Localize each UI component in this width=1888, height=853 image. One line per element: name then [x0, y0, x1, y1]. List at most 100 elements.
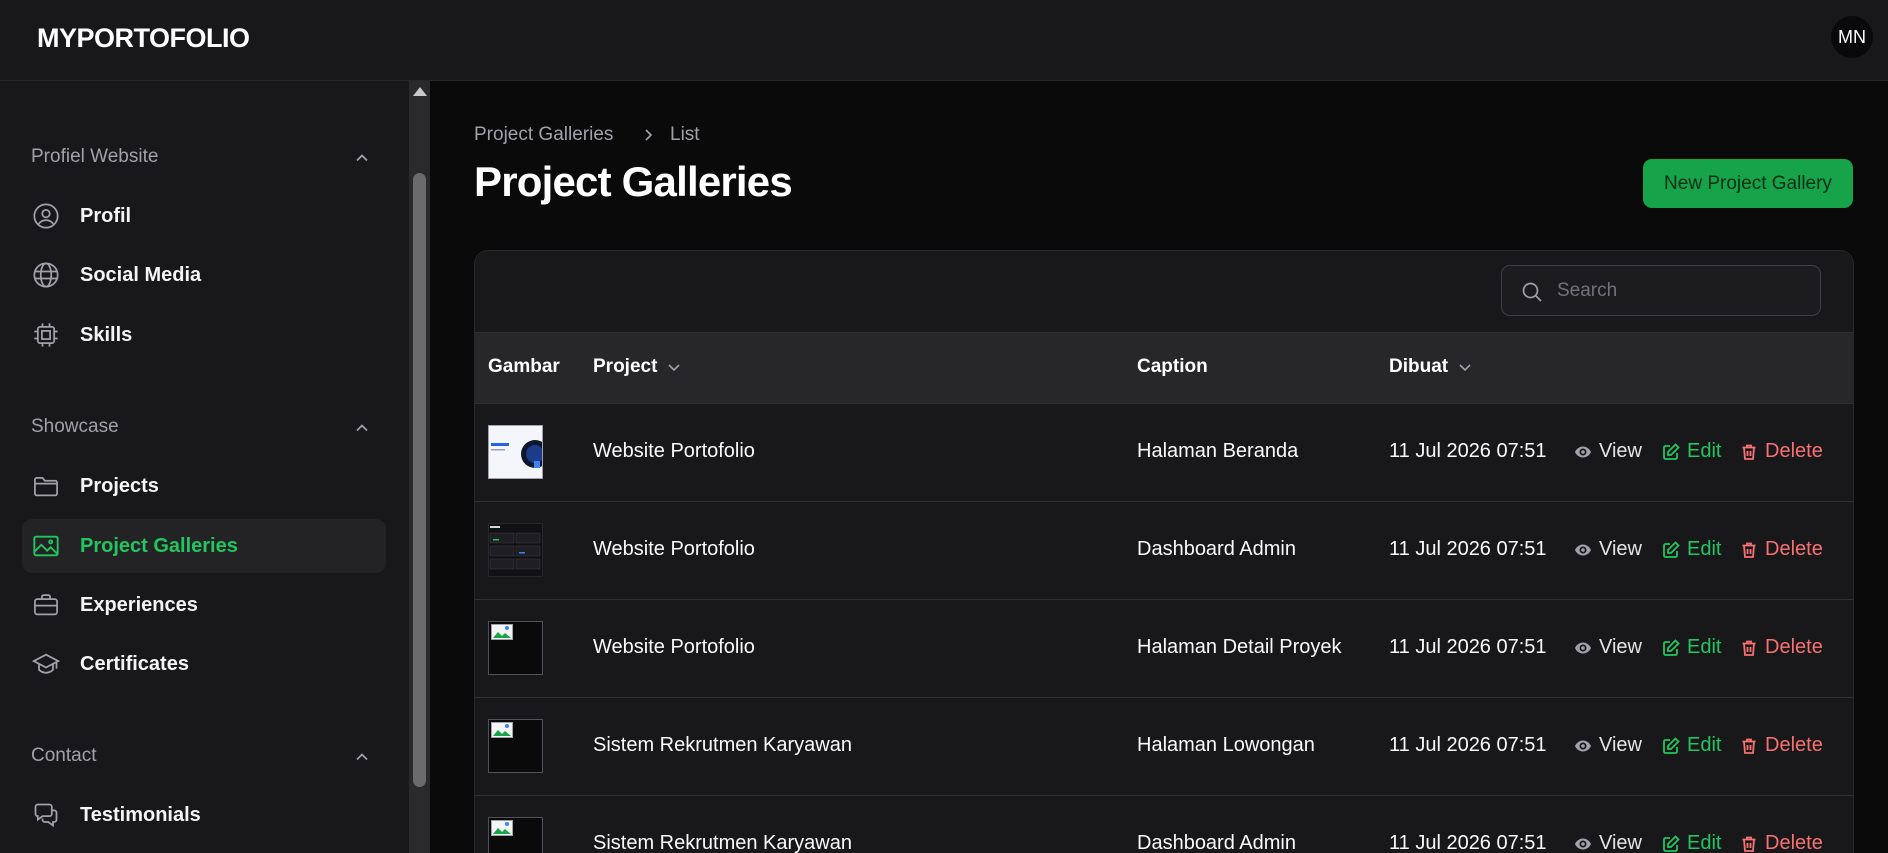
eye-icon	[1575, 838, 1591, 849]
delete-label: Delete	[1765, 440, 1823, 462]
column-header-caption: Caption	[1137, 356, 1208, 378]
sidebar-item-label: Projects	[80, 474, 159, 497]
view-action[interactable]: View	[1573, 538, 1642, 561]
sidebar-group-contact[interactable]: Contact	[31, 745, 96, 767]
view-label: View	[1599, 832, 1642, 853]
delete-action[interactable]: Delete	[1739, 832, 1823, 853]
caption-cell: Dashboard Admin	[1137, 538, 1296, 560]
sidebar-item-label: Project Galleries	[80, 534, 238, 557]
gallery-thumbnail[interactable]	[488, 425, 549, 479]
view-action[interactable]: View	[1573, 636, 1642, 659]
table-row[interactable]: Website Portofolio Halaman Detail Proyek…	[475, 599, 1853, 697]
eye-icon	[1575, 446, 1591, 457]
broken-image-icon	[491, 722, 513, 738]
delete-label: Delete	[1765, 636, 1823, 658]
column-label: Caption	[1137, 356, 1208, 377]
caption-cell: Halaman Lowongan	[1137, 734, 1315, 756]
sidebar: Profiel Website Profil Social Media Skil…	[0, 81, 409, 853]
search-box[interactable]	[1501, 265, 1821, 316]
sidebar-item-project-galleries[interactable]: Project Galleries	[22, 519, 386, 573]
trash-icon	[1742, 836, 1756, 852]
edit-action[interactable]: Edit	[1661, 538, 1721, 561]
eye-icon	[1575, 642, 1591, 653]
created-cell: 11 Jul 2026 07:51	[1389, 538, 1547, 560]
sidebar-item-label: Skills	[80, 323, 133, 346]
scroll-up-arrow-icon[interactable]	[413, 87, 427, 96]
edit-action[interactable]: Edit	[1661, 440, 1721, 463]
edit-label: Edit	[1687, 636, 1722, 658]
table-card: Gambar Project Caption Dibuat Website Po…	[474, 250, 1854, 853]
chevron-up-icon[interactable]	[352, 418, 372, 438]
delete-action[interactable]: Delete	[1739, 636, 1823, 659]
sidebar-item-projects[interactable]: Projects	[22, 459, 386, 513]
breadcrumb-project-galleries[interactable]: Project Galleries	[474, 124, 613, 146]
view-action[interactable]: View	[1573, 440, 1642, 463]
delete-action[interactable]: Delete	[1739, 440, 1823, 463]
broken-image-icon	[491, 624, 513, 640]
gallery-thumbnail-broken[interactable]	[488, 719, 543, 773]
caption-cell: Dashboard Admin	[1137, 832, 1296, 853]
table-row[interactable]: Website Portofolio Halaman Beranda 11 Ju…	[475, 403, 1853, 501]
user-avatar[interactable]: MN	[1831, 16, 1873, 58]
table-row[interactable]: Sistem Rekrutmen Karyawan Halaman Lowong…	[475, 697, 1853, 795]
column-header-gambar: Gambar	[488, 356, 560, 378]
search-input[interactable]	[1557, 276, 1807, 306]
sidebar-item-social-media[interactable]: Social Media	[22, 248, 386, 302]
created-cell: 11 Jul 2026 07:51	[1389, 832, 1547, 853]
column-header-project[interactable]: Project	[593, 356, 682, 378]
gallery-thumbnail-broken[interactable]	[488, 621, 543, 675]
view-action[interactable]: View	[1573, 832, 1642, 853]
gallery-thumbnail-broken[interactable]	[488, 817, 543, 853]
sidebar-group-showcase[interactable]: Showcase	[31, 416, 119, 438]
sidebar-group-profiel-website[interactable]: Profiel Website	[31, 146, 158, 168]
created-cell: 11 Jul 2026 07:51	[1389, 636, 1547, 658]
chevron-up-icon[interactable]	[352, 148, 372, 168]
new-project-gallery-button[interactable]: New Project Gallery	[1643, 159, 1853, 208]
sidebar-item-testimonials[interactable]: Testimonials	[22, 788, 386, 842]
sidebar-item-skills[interactable]: Skills	[22, 308, 386, 362]
top-bar: MYPORTOFOLIO MN	[0, 0, 1888, 81]
sidebar-item-experiences[interactable]: Experiences	[22, 578, 386, 632]
trash-icon	[1742, 738, 1756, 754]
pencil-square-icon	[1663, 442, 1680, 460]
gallery-thumbnail[interactable]	[488, 523, 543, 577]
edit-action[interactable]: Edit	[1661, 636, 1721, 659]
table-row[interactable]: Website Portofolio Dashboard Admin 11 Ju…	[475, 501, 1853, 599]
scrollbar-thumb[interactable]	[413, 173, 426, 787]
sidebar-item-label: Profil	[80, 204, 132, 227]
breadcrumb-list: List	[670, 124, 700, 145]
edit-action[interactable]: Edit	[1661, 832, 1721, 853]
website-screenshot-image	[489, 426, 549, 478]
pencil-square-icon	[1663, 638, 1680, 656]
folder-icon	[34, 476, 58, 497]
project-cell: Sistem Rekrutmen Karyawan	[593, 734, 852, 756]
table-row[interactable]: Sistem Rekrutmen Karyawan Dashboard Admi…	[475, 795, 1853, 853]
chevron-down-icon	[668, 364, 680, 372]
caption-cell: Halaman Beranda	[1137, 440, 1299, 462]
project-cell: Website Portofolio	[593, 538, 755, 560]
delete-label: Delete	[1765, 538, 1823, 560]
globe-icon	[33, 262, 59, 288]
chevron-up-icon[interactable]	[352, 747, 372, 767]
delete-action[interactable]: Delete	[1739, 538, 1823, 561]
sidebar-scrollbar[interactable]	[409, 81, 430, 853]
column-label: Dibuat	[1389, 356, 1449, 377]
eye-icon	[1575, 740, 1591, 751]
edit-label: Edit	[1687, 734, 1722, 756]
edit-action[interactable]: Edit	[1661, 734, 1721, 757]
edit-label: Edit	[1687, 538, 1722, 560]
column-header-dibuat[interactable]: Dibuat	[1389, 356, 1473, 378]
sidebar-item-profil[interactable]: Profil	[22, 189, 386, 243]
sidebar-item-label: Experiences	[80, 593, 198, 616]
delete-action[interactable]: Delete	[1739, 734, 1823, 757]
pencil-square-icon	[1663, 834, 1680, 852]
project-cell: Website Portofolio	[593, 440, 755, 462]
brand-logo[interactable]: MYPORTOFOLIO	[37, 23, 250, 54]
delete-label: Delete	[1765, 832, 1823, 853]
sidebar-item-certificates[interactable]: Certificates	[22, 637, 386, 691]
view-label: View	[1599, 734, 1642, 756]
trash-icon	[1742, 542, 1756, 558]
chevron-right-icon	[645, 129, 653, 141]
view-action[interactable]: View	[1573, 734, 1642, 757]
chevron-down-icon	[1459, 364, 1471, 372]
